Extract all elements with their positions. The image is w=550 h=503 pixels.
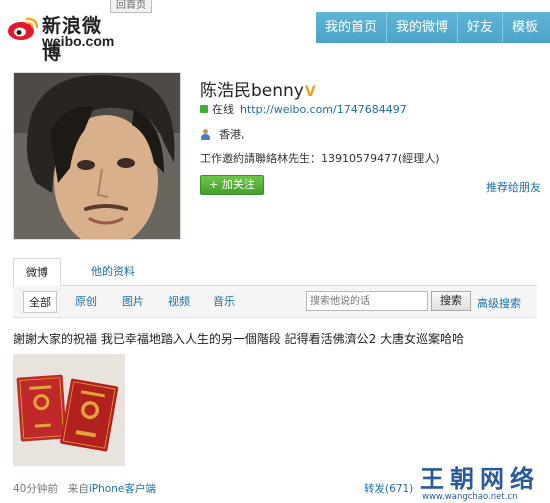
post-meta: 40分钟前 来自iPhone客户端 — [13, 481, 156, 496]
filter-music[interactable]: 音乐 — [213, 293, 235, 309]
nav-my-home[interactable]: 我的首页 — [316, 12, 388, 43]
nav-my-weibo[interactable]: 我的微博 — [387, 12, 459, 43]
profile-name: 陈浩民bennyV — [200, 76, 316, 101]
post-client-link[interactable]: iPhone客户端 — [89, 483, 156, 495]
search-input[interactable] — [306, 291, 428, 311]
profile-bio: 工作邀約請聯絡林先生：13910579477(經理人) — [200, 152, 440, 165]
filter-original[interactable]: 原创 — [75, 293, 97, 309]
user-icon — [200, 128, 211, 140]
filter-images[interactable]: 图片 — [122, 293, 144, 309]
header: 新浪微博 weibo.com 回首页 我的首页 我的微博 好友 模板 — [0, 0, 550, 64]
post-image[interactable] — [13, 354, 125, 466]
online-status-icon — [200, 105, 208, 113]
profile-url-link[interactable]: http://weibo.com/1747684497 — [240, 103, 407, 116]
follow-button[interactable]: + 加关注 — [200, 175, 264, 195]
location-row: 香港, — [200, 126, 245, 142]
back-home-link[interactable]: 回首页 — [110, 0, 152, 13]
advanced-search-link[interactable]: 高级搜索 — [477, 295, 521, 311]
marriage-certificate-photo — [13, 354, 125, 466]
repost-link[interactable]: 转发(671) — [364, 481, 413, 496]
weibo-eye-icon — [8, 17, 39, 40]
profile-tabs: 微博 他的资料 — [13, 258, 537, 287]
post-time[interactable]: 40分钟前 — [13, 483, 58, 495]
logo-text-en: weibo.com — [42, 33, 115, 49]
online-row: 在线 http://weibo.com/1747684497 — [200, 101, 407, 117]
watermark: 王朝网络 www.wangchao.net.cn — [420, 459, 550, 503]
filter-bar: 全部 原创 图片 视频 音乐 搜索 高级搜索 — [13, 286, 537, 318]
location-text: 香港, — [219, 128, 245, 141]
weibo-logo[interactable]: 新浪微博 weibo.com — [6, 8, 116, 64]
filter-all[interactable]: 全部 — [23, 291, 57, 313]
filter-videos[interactable]: 视频 — [168, 293, 190, 309]
avatar-photo — [14, 73, 180, 239]
tab-his-profile[interactable]: 他的资料 — [79, 258, 147, 286]
search-button[interactable]: 搜索 — [431, 291, 471, 311]
nav-templates[interactable]: 模板 — [503, 12, 547, 43]
watermark-title: 王朝网络 — [420, 464, 540, 493]
recommend-to-friend-link[interactable]: 推荐给朋友 — [486, 179, 541, 195]
nav-friends[interactable]: 好友 — [458, 12, 504, 43]
online-status-text: 在线 — [212, 103, 234, 116]
tab-weibo[interactable]: 微博 — [13, 258, 61, 287]
profile-avatar[interactable] — [13, 72, 181, 240]
top-nav: 我的首页 我的微博 好友 模板 — [316, 12, 550, 43]
watermark-url: www.wangchao.net.cn — [422, 492, 518, 502]
post-text: 謝謝大家的祝福 我已幸福地踏入人生的另一個階段 記得看活佛濟公2 大唐女巡案哈哈 — [13, 332, 465, 346]
profile-name-text: 陈浩民benny — [200, 81, 304, 101]
post-from-label: 来自 — [67, 483, 89, 495]
verified-v-icon: V — [304, 84, 316, 100]
profile-card: 陈浩民bennyV 在线 http://weibo.com/1747684497… — [0, 52, 550, 244]
